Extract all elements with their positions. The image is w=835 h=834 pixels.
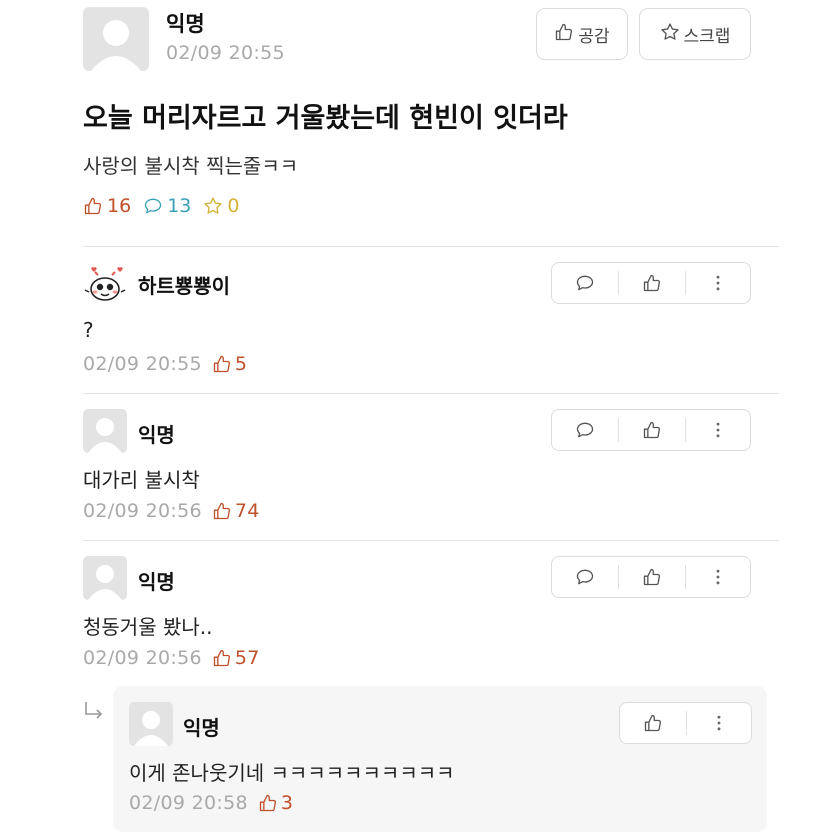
- comment-meta: 02/09 20:55 5: [83, 353, 247, 375]
- reply-arrow-icon: [85, 702, 103, 719]
- reply-button[interactable]: [552, 263, 618, 303]
- comment-avatar: [83, 409, 127, 453]
- thumbs-up-icon: [213, 355, 230, 373]
- thumbs-up-icon: [643, 274, 661, 292]
- comment-meta: 02/09 20:56 74: [83, 500, 260, 522]
- post-body: 사랑의 불시착 찍는줄ㅋㅋ: [83, 154, 299, 178]
- comment-author: 익명: [138, 570, 175, 594]
- thumbs-up-icon: [213, 649, 230, 667]
- post-scrap-count-value: 0: [227, 195, 240, 217]
- thumbs-up-icon: [554, 22, 574, 47]
- thumbs-up-icon: [643, 421, 661, 439]
- comment-author: 익명: [138, 423, 175, 447]
- reply-container: 익명 이게 존나웃기네 ㅋㅋㅋㅋㅋㅋㅋㅋㅋㅋ 02/09 20:58 3: [113, 686, 767, 832]
- comment-timestamp: 02/09 20:56: [83, 500, 202, 522]
- comment-meta: 02/09 20:56 57: [83, 647, 260, 669]
- comment-text: 대가리 불시착: [83, 468, 200, 492]
- post-like-count: 16: [83, 195, 131, 217]
- reply-button[interactable]: [552, 410, 618, 450]
- comment-text: ?: [83, 318, 94, 342]
- post-like-count-value: 16: [107, 195, 132, 217]
- comment-like-count: 57: [212, 647, 260, 669]
- reply-meta: 02/09 20:58 3: [129, 792, 293, 814]
- post-scrap-button-label: 스크랩: [683, 26, 731, 47]
- reply-button[interactable]: [552, 557, 618, 597]
- thumbs-up-icon: [84, 197, 102, 215]
- comment-like-count-value: 5: [234, 353, 248, 375]
- more-vertical-icon: [716, 275, 720, 291]
- comment-like-count: 5: [212, 353, 247, 375]
- comment-bubble-icon: [145, 198, 162, 214]
- post-timestamp: 02/09 20:55: [166, 42, 285, 64]
- more-vertical-icon: [716, 569, 720, 585]
- comment-divider: [83, 393, 779, 394]
- comment-bubble-icon: [576, 275, 594, 291]
- reply-like-count-value: 3: [280, 792, 294, 814]
- comment-actions: [551, 409, 751, 451]
- comment-bubble-icon: [576, 422, 594, 438]
- comment-divider: [83, 540, 779, 541]
- post-like-button-label: 공감: [578, 26, 610, 47]
- thumbs-up-icon: [259, 794, 276, 812]
- comment-bubble-icon: [576, 569, 594, 585]
- comment-like-button[interactable]: [619, 557, 685, 597]
- comment-like-count-value: 74: [234, 500, 260, 522]
- more-options-button[interactable]: [686, 263, 750, 303]
- post-comment-count: 13: [143, 195, 191, 217]
- post-stats: 16 13 0: [83, 195, 251, 217]
- more-options-button[interactable]: [687, 703, 751, 743]
- reply-like-button[interactable]: [620, 703, 686, 743]
- comment-avatar: [83, 556, 127, 600]
- thumbs-up-icon: [643, 568, 661, 586]
- post-comment-count-value: 13: [167, 195, 192, 217]
- post-divider: [83, 246, 779, 247]
- more-options-button[interactable]: [686, 557, 750, 597]
- reply-timestamp: 02/09 20:58: [129, 792, 248, 814]
- reply-avatar: [129, 702, 173, 746]
- post-title: 오늘 머리자르고 거울봤는데 현빈이 잇더라: [83, 103, 568, 134]
- post-author-avatar: [83, 7, 149, 71]
- reply-author: 익명: [183, 716, 220, 740]
- more-vertical-icon: [717, 715, 721, 731]
- comment-like-button[interactable]: [619, 263, 685, 303]
- comment-text: 청동거울 봤나..: [83, 615, 213, 639]
- comment-author: 하트뿅뿅이: [138, 274, 230, 298]
- post-author-name: 익명: [166, 12, 205, 36]
- star-icon: [660, 22, 680, 47]
- comment-like-button[interactable]: [619, 410, 685, 450]
- thumbs-up-icon: [644, 714, 662, 732]
- comment-avatar-character: [83, 262, 127, 306]
- comment-actions: [551, 556, 751, 598]
- comment-timestamp: 02/09 20:56: [83, 647, 202, 669]
- comment-timestamp: 02/09 20:55: [83, 353, 202, 375]
- reply-actions: [619, 702, 752, 744]
- post-scrap-button[interactable]: 스크랩: [639, 8, 751, 60]
- reply-like-count: 3: [258, 792, 293, 814]
- more-options-button[interactable]: [686, 410, 750, 450]
- post-scrap-count: 0: [203, 195, 239, 217]
- comment-actions: [551, 262, 751, 304]
- reply-text: 이게 존나웃기네 ㅋㅋㅋㅋㅋㅋㅋㅋㅋㅋ: [129, 761, 455, 785]
- thumbs-up-icon: [213, 502, 230, 520]
- more-vertical-icon: [716, 422, 720, 438]
- post-like-button[interactable]: 공감: [536, 8, 628, 60]
- comment-like-count-value: 57: [234, 647, 260, 669]
- comment-like-count: 74: [212, 500, 260, 522]
- star-icon: [204, 197, 222, 214]
